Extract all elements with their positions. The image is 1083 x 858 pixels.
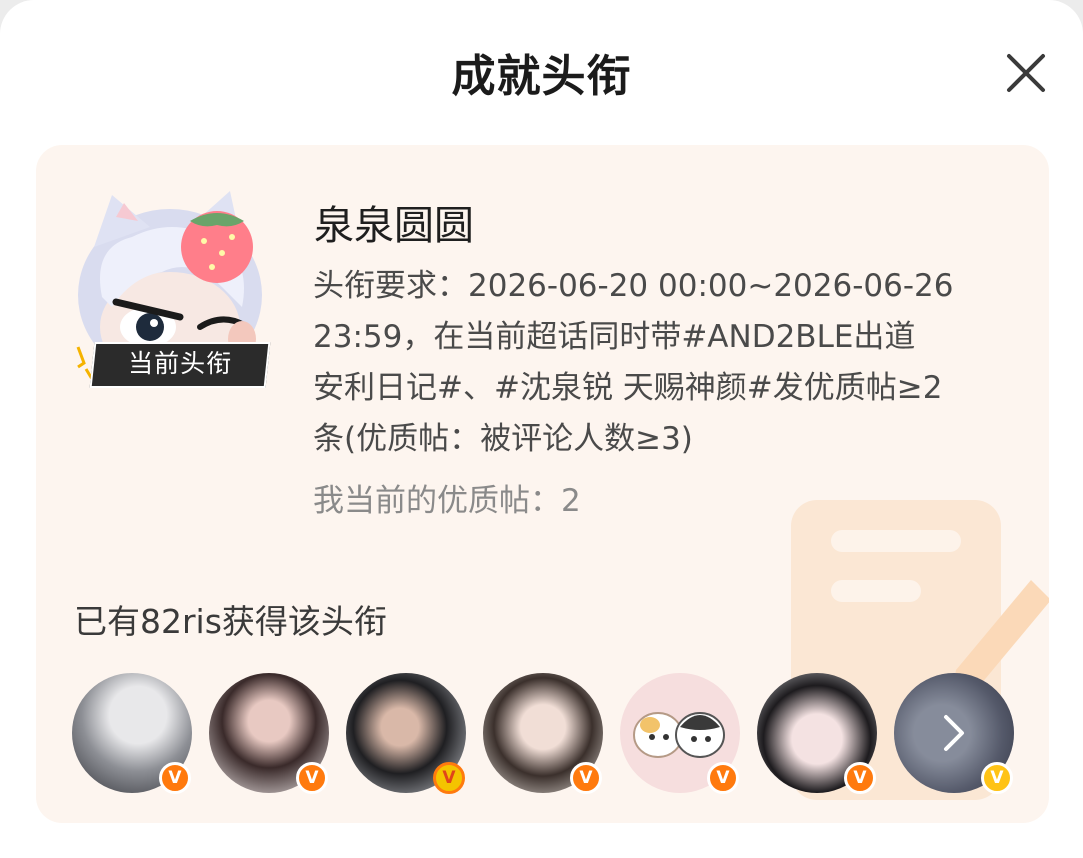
- verified-v-icon: V: [981, 762, 1013, 794]
- title-name: 泉泉圆圆: [314, 203, 474, 249]
- requirement-line: 条(优质帖：被评论人数≥3): [313, 421, 693, 457]
- owner-avatar[interactable]: V: [72, 673, 192, 794]
- owner-avatar-list: V V V V V V V: [72, 673, 1032, 797]
- chevron-right-icon[interactable]: [938, 713, 968, 753]
- owner-avatar[interactable]: V: [483, 673, 603, 794]
- requirement-line: 23:59，在当前超话同时带#AND2BLE出道: [313, 319, 916, 355]
- owner-avatar[interactable]: V: [757, 673, 877, 794]
- owner-avatar[interactable]: V: [346, 673, 466, 794]
- my-progress: 我当前的优质帖：2: [313, 483, 581, 519]
- owners-summary: 已有82ris获得该头衔: [74, 602, 387, 641]
- verified-v-icon: V: [707, 762, 739, 794]
- page-title: 成就头衔: [451, 51, 632, 102]
- close-icon[interactable]: [1003, 50, 1049, 96]
- verified-v-icon: V: [159, 762, 191, 794]
- owner-avatar[interactable]: V: [620, 673, 740, 794]
- requirement-line: 头衔要求：2026-06-20 00:00~2026-06-26: [313, 268, 954, 304]
- current-title-label: 当前头衔: [128, 349, 233, 378]
- verified-v-icon: V: [433, 762, 465, 794]
- owner-avatar[interactable]: V: [209, 673, 329, 794]
- verified-v-icon: V: [296, 762, 328, 794]
- achievement-title-sheet: 成就头衔 当前头衔 泉泉圆圆 头衔要求：2026-06-20 00:00~202…: [0, 0, 1083, 858]
- verified-v-icon: V: [844, 762, 876, 794]
- requirement-line: 安利日记#、#沈泉锐 天赐神颜#发优质帖≥2: [313, 370, 943, 406]
- title-detail-card: 当前头衔 泉泉圆圆 头衔要求：2026-06-20 00:00~2026-06-…: [36, 145, 1049, 823]
- title-requirement: 头衔要求：2026-06-20 00:00~2026-06-26 23:59，在…: [313, 261, 1025, 465]
- current-title-badge: 当前头衔: [89, 342, 271, 388]
- owner-avatar-more[interactable]: V: [894, 673, 1014, 794]
- verified-v-icon: V: [570, 762, 602, 794]
